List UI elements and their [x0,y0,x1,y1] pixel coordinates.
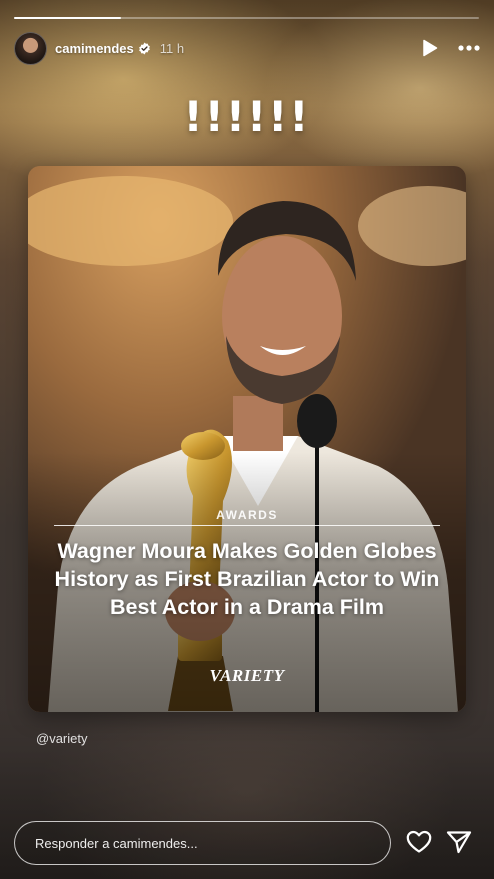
story-progress-fill [14,17,121,19]
variety-logo: VARIETY [209,666,285,685]
reply-placeholder: Responder a camimendes... [35,835,198,851]
mention-tag[interactable]: @variety [36,731,88,751]
username[interactable]: camimendes [55,41,134,56]
story-progress-bar [14,17,479,19]
send-icon[interactable] [446,830,472,854]
story-caption: !!!!!! [183,92,311,141]
post-timestamp: 11 h [159,40,185,56]
avatar[interactable] [14,31,47,65]
reply-input[interactable]: Responder a camimendes... [14,821,391,865]
heart-icon[interactable] [406,830,432,854]
post-category: AWARDS [216,508,278,522]
shared-post-card[interactable]: AWARDS Wagner Moura Makes Golden Globes … [28,166,466,712]
story-header: camimendes 11 h [14,30,480,66]
post-headline: Wagner Moura Makes Golden Globes History… [54,539,440,619]
play-icon[interactable] [422,39,438,57]
verified-badge-icon [138,42,151,55]
category-divider [54,525,440,526]
more-options-icon[interactable] [458,45,480,51]
